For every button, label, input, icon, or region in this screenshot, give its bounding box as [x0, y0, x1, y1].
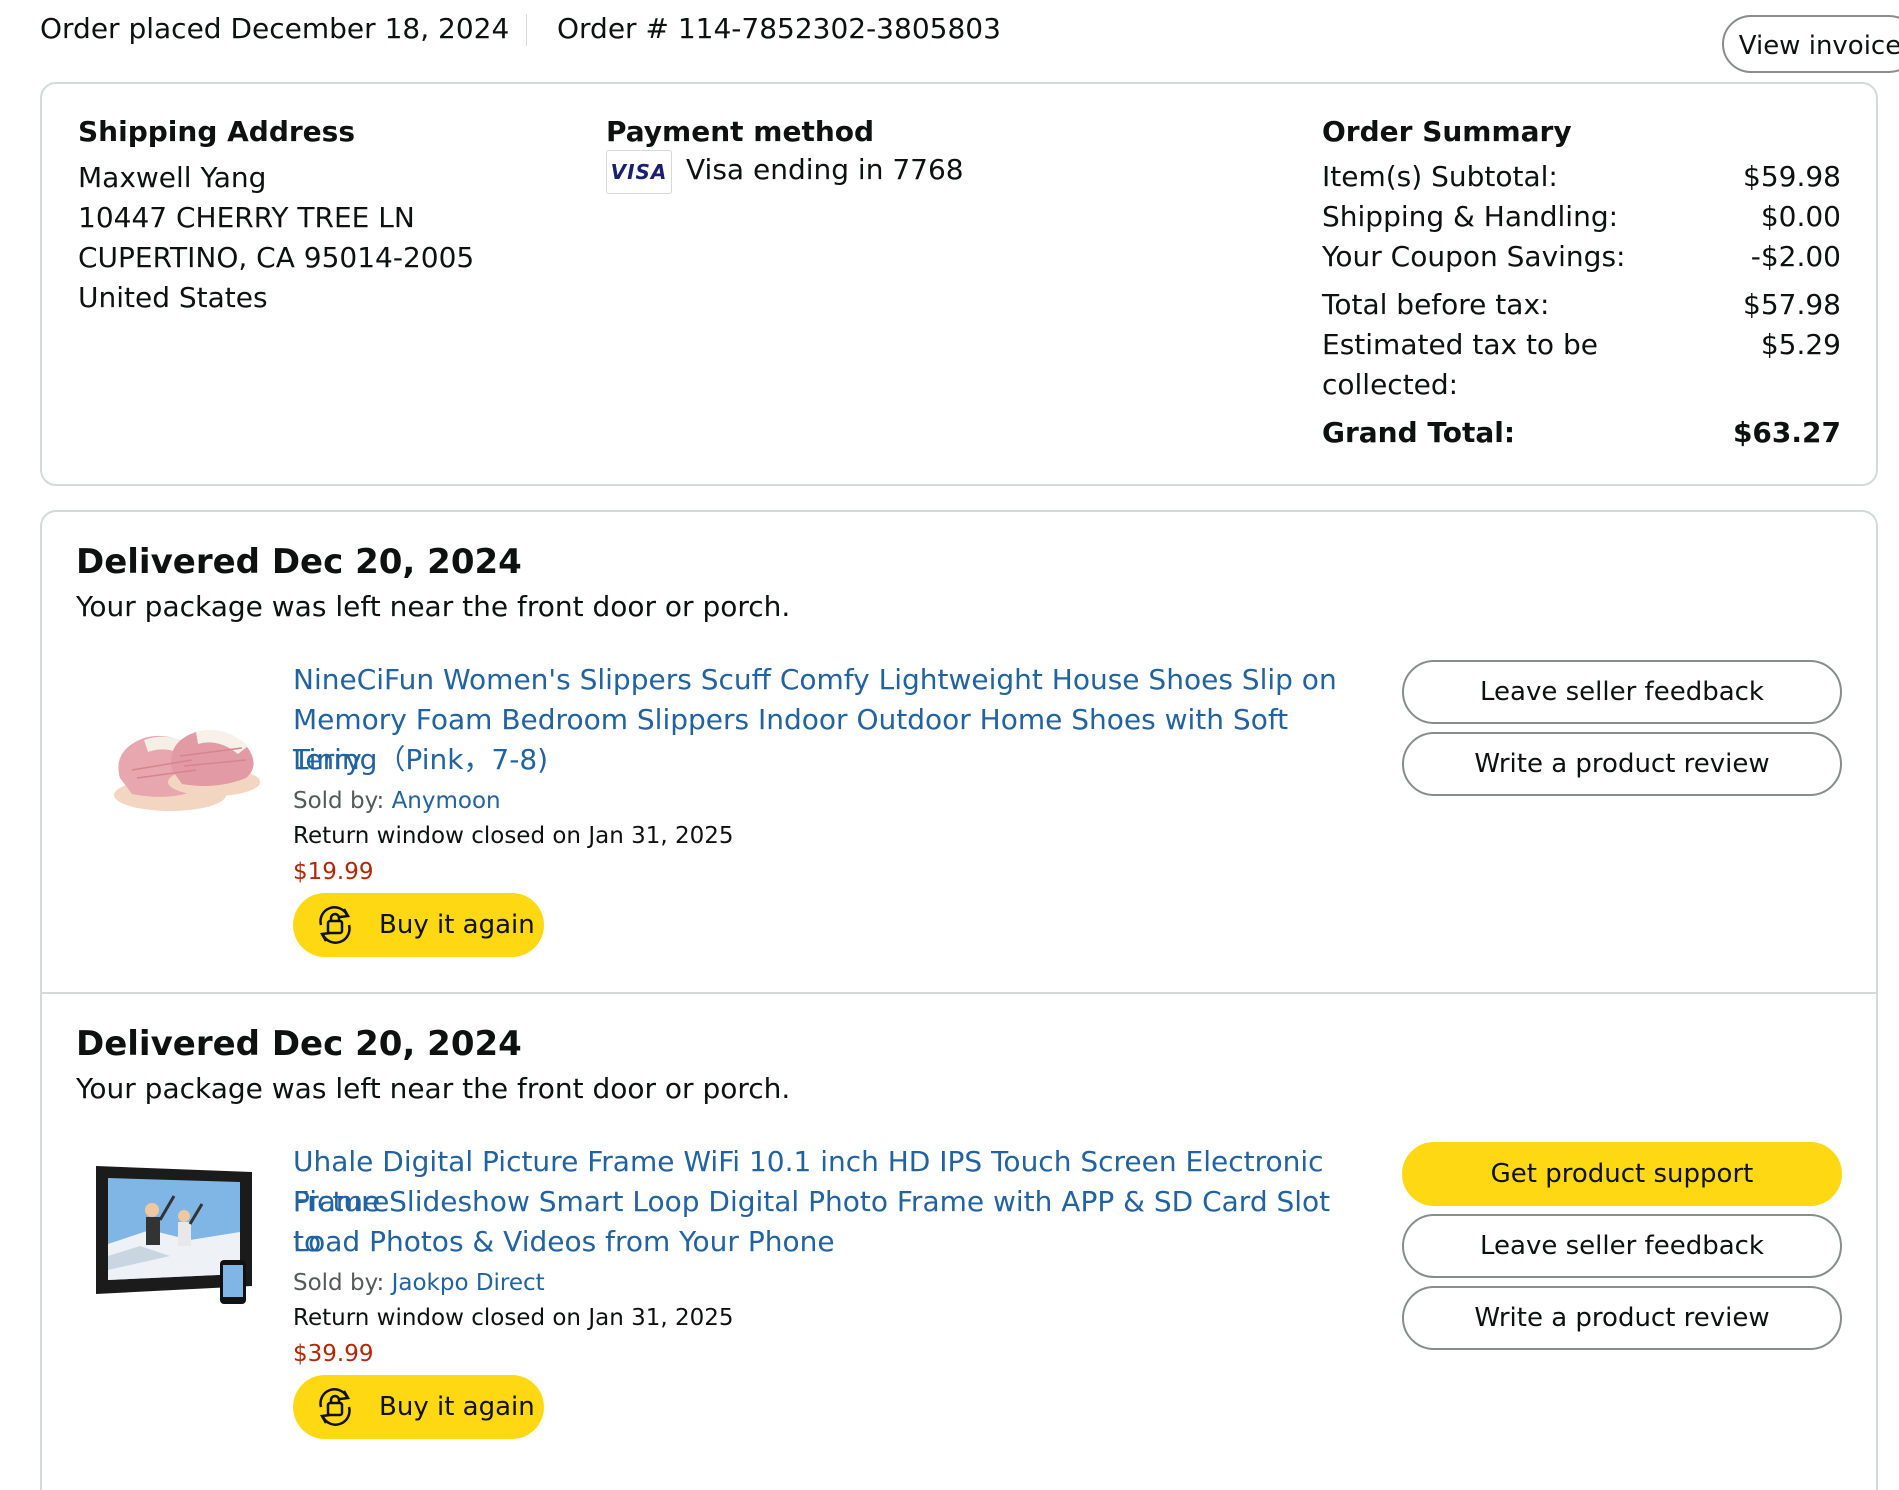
before-tax-label: Total before tax:: [1322, 288, 1550, 321]
product-title-link-line3[interactable]: Lining（Pink，7-8): [293, 740, 1343, 780]
coupon-value: -$2.00: [1750, 240, 1841, 273]
picture-frame-product-image[interactable]: [90, 1160, 262, 1310]
delivery-status: Delivered Dec 20, 2024: [76, 1024, 522, 1064]
leave-seller-feedback-button[interactable]: Leave seller feedback: [1402, 660, 1842, 724]
shipping-value: $0.00: [1760, 200, 1841, 233]
slipper-product-image[interactable]: [92, 690, 264, 820]
coupon-label: Your Coupon Savings:: [1322, 240, 1626, 273]
visa-card-icon: VISA: [606, 150, 672, 194]
product-title-link-line1[interactable]: NineCiFun Women's Slippers Scuff Comfy L…: [293, 660, 1343, 700]
delivery-status: Delivered Dec 20, 2024: [76, 542, 522, 582]
buy-again-button[interactable]: Buy it again: [293, 893, 544, 957]
item-price: $19.99: [293, 859, 374, 885]
address-street: 10447 CHERRY TREE LN: [78, 201, 415, 234]
subtotal-label: Item(s) Subtotal:: [1322, 160, 1558, 193]
tax-label-line1: Estimated tax to be: [1322, 328, 1598, 361]
tax-label-line2: collected:: [1322, 368, 1459, 401]
payment-method-heading: Payment method: [606, 115, 875, 148]
sold-by-label: Sold by:: [293, 788, 392, 814]
subtotal-value: $59.98: [1743, 160, 1841, 193]
view-invoice-button[interactable]: View invoice: [1722, 15, 1899, 73]
get-product-support-button[interactable]: Get product support: [1402, 1142, 1842, 1206]
buy-again-icon: [319, 906, 351, 944]
buy-again-label: Buy it again: [379, 1392, 535, 1422]
shipping-address-heading: Shipping Address: [78, 115, 355, 148]
shipping-label: Shipping & Handling:: [1322, 200, 1619, 233]
order-header: Order placed December 18, 2024 Order # 1…: [40, 12, 1899, 73]
tax-value: $5.29: [1760, 328, 1841, 361]
address-country: United States: [78, 281, 268, 314]
payment-card-text: Visa ending in 7768: [686, 153, 964, 186]
product-title-link-line3[interactable]: Load Photos & Videos from Your Phone: [293, 1222, 1343, 1262]
seller-link[interactable]: Anymoon: [392, 788, 501, 814]
item-price: $39.99: [293, 1341, 374, 1367]
return-window: Return window closed on Jan 31, 2025: [293, 823, 734, 849]
return-window: Return window closed on Jan 31, 2025: [293, 1305, 734, 1331]
write-product-review-button[interactable]: Write a product review: [1402, 732, 1842, 796]
sold-by: Sold by: Anymoon: [293, 788, 501, 814]
sold-by-label: Sold by:: [293, 1270, 392, 1296]
buy-again-button[interactable]: Buy it again: [293, 1375, 544, 1439]
address-city: CUPERTINO, CA 95014-2005: [78, 241, 475, 274]
grand-total-value: $63.27: [1732, 416, 1841, 449]
sold-by: Sold by: Jaokpo Direct: [293, 1270, 545, 1296]
order-summary-heading: Order Summary: [1322, 115, 1572, 148]
order-number: Order # 114-7852302-3805803: [557, 12, 1001, 45]
leave-seller-feedback-button[interactable]: Leave seller feedback: [1402, 1214, 1842, 1278]
delivery-note: Your package was left near the front doo…: [76, 1072, 791, 1105]
shipment-divider: [42, 992, 1878, 994]
write-product-review-button[interactable]: Write a product review: [1402, 1286, 1842, 1350]
header-divider: [526, 14, 527, 46]
delivery-note: Your package was left near the front doo…: [76, 590, 791, 623]
address-name: Maxwell Yang: [78, 161, 267, 194]
seller-link[interactable]: Jaokpo Direct: [392, 1270, 545, 1296]
order-placed-date: Order placed December 18, 2024: [40, 12, 510, 45]
buy-again-label: Buy it again: [379, 910, 535, 940]
before-tax-value: $57.98: [1743, 288, 1841, 321]
buy-again-icon: [319, 1388, 351, 1426]
grand-total-label: Grand Total:: [1322, 416, 1516, 449]
